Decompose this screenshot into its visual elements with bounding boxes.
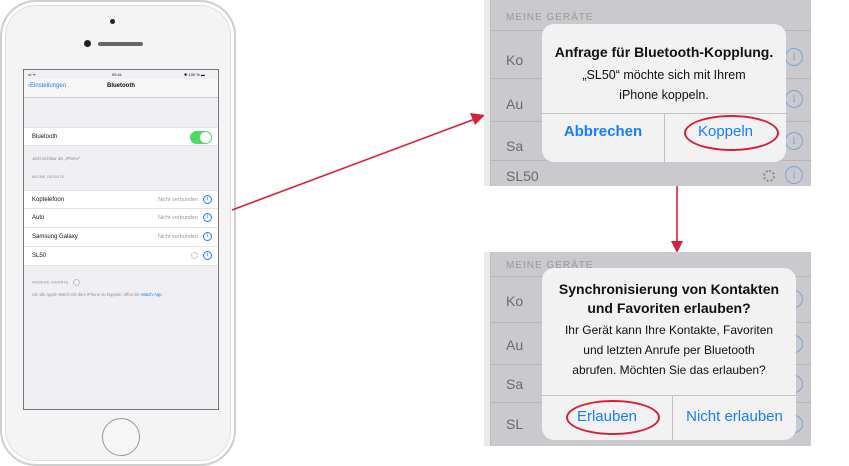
watch-footer-text: Um die Apple Watch mit dem iPhone zu kop…: [32, 292, 212, 298]
device-name: Koptelefoon: [32, 197, 65, 203]
alert-message-line: abrufen. Möchten Sie das erlauben?: [572, 363, 766, 377]
earpiece-speaker: [98, 42, 143, 46]
info-icon[interactable]: i: [203, 213, 212, 222]
device-row-auto[interactable]: Auto Nicht verbunden i: [24, 209, 218, 228]
visibility-note: Jetzt sichtbar als „iPhone“: [32, 156, 81, 161]
bg-section-header: MEINE GERÄTE: [506, 12, 594, 23]
watch-app-link[interactable]: Watch-App.: [141, 292, 163, 297]
highlight-circle: [684, 115, 779, 151]
activity-spinner-icon: [73, 279, 81, 286]
status-time: 09:41: [112, 72, 123, 77]
front-camera: [84, 40, 91, 47]
bg-row-label: SL: [506, 416, 524, 432]
home-button[interactable]: [102, 418, 140, 456]
bg-row-label: Sa: [506, 138, 524, 154]
info-icon[interactable]: i: [203, 251, 212, 260]
phone-edge: [484, 0, 491, 186]
iphone-frame: •ıl ᯤ 09:41 ✱ 100 % ▬ ‹Einstellungen Blu…: [0, 0, 236, 466]
device-row-samsung-galaxy[interactable]: Samsung Galaxy Nicht verbunden i: [24, 228, 218, 247]
page-title: Bluetooth: [107, 83, 135, 89]
battery-indicator: ✱ 100 % ▬: [184, 72, 205, 77]
alert-divider: [542, 395, 796, 396]
bg-row-label: Sa: [506, 376, 524, 392]
device-name: Samsung Galaxy: [32, 234, 78, 240]
deny-button[interactable]: Nicht erlauben: [673, 408, 796, 425]
highlight-circle: [566, 400, 660, 435]
my-devices-header: MEINE GERÄTE: [32, 174, 65, 179]
bg-row-label: Au: [506, 337, 524, 353]
bg-row-label: SL50: [506, 168, 539, 184]
activity-spinner-icon: [763, 170, 775, 182]
activity-spinner-icon: [191, 252, 198, 259]
info-icon: i: [785, 90, 803, 108]
navigation-bar: ‹Einstellungen Bluetooth: [24, 79, 218, 98]
bluetooth-toggle-row: Bluetooth: [24, 127, 218, 146]
info-icon: i: [785, 132, 803, 150]
device-status: Nicht verbunden: [157, 234, 198, 240]
device-status: Nicht verbunden: [157, 215, 198, 221]
front-sensor: [110, 19, 115, 24]
device-row-sl50[interactable]: SL50 i: [24, 247, 218, 266]
signal-indicator: •ıl ᯤ: [28, 72, 37, 77]
bluetooth-toggle[interactable]: [190, 131, 212, 144]
device-row-koptelefoon[interactable]: Koptelefoon Nicht verbunden i: [24, 190, 218, 209]
info-icon: i: [785, 166, 803, 184]
other-devices-header: ANDERE GERÄTE: [32, 279, 81, 286]
bg-row-label: Ko: [506, 293, 524, 309]
arrow-line-to-pairing: [231, 118, 476, 211]
device-status: Nicht verbunden: [157, 197, 198, 203]
bg-row-label: Au: [506, 96, 524, 112]
footer-text: Um die Apple Watch mit dem iPhone zu kop…: [32, 292, 140, 297]
pairing-alert: Anfrage für Bluetooth-Kopplung. „SL50“ m…: [542, 24, 786, 162]
alert-message-line: iPhone koppeln.: [619, 88, 709, 102]
phone-edge: [484, 252, 491, 446]
cancel-button[interactable]: Abbrechen: [542, 123, 664, 140]
device-name: Auto: [32, 215, 45, 221]
pairing-dialog-screenshot: MEINE GERÄTE Ko i Au i Sa i SL50 i Anfra…: [484, 0, 811, 186]
alert-message-line: und letzten Anrufe per Bluetooth: [583, 343, 755, 357]
phone-screen: •ıl ᯤ 09:41 ✱ 100 % ▬ ‹Einstellungen Blu…: [23, 69, 219, 410]
info-icon: i: [785, 48, 803, 66]
status-bar: •ıl ᯤ 09:41 ✱ 100 % ▬: [24, 70, 218, 79]
info-icon[interactable]: i: [203, 232, 212, 241]
bg-row-label: Ko: [506, 52, 524, 68]
arrow-head-to-pairing: [470, 113, 485, 125]
device-name: SL50: [32, 253, 47, 259]
alert-title-line: Synchronisierung von Kontakten: [558, 281, 780, 297]
alert-message-line: „SL50“ möchte sich mit Ihrem: [582, 68, 746, 82]
info-icon[interactable]: i: [203, 195, 212, 204]
sync-alert: Synchronisierung von Kontakten und Favor…: [542, 268, 796, 440]
alert-message-line: Ihr Gerät kann Ihre Kontakte, Favoriten: [564, 323, 774, 337]
alert-title-line: und Favoriten erlauben?: [587, 300, 751, 316]
alert-title: Anfrage für Bluetooth-Kopplung.: [554, 44, 774, 60]
bluetooth-label: Bluetooth: [32, 134, 58, 140]
other-devices-label: ANDERE GERÄTE: [32, 279, 69, 285]
sync-dialog-screenshot: MEINE GERÄTE Ko i Au i Sa i SL i Synchro…: [484, 252, 811, 446]
